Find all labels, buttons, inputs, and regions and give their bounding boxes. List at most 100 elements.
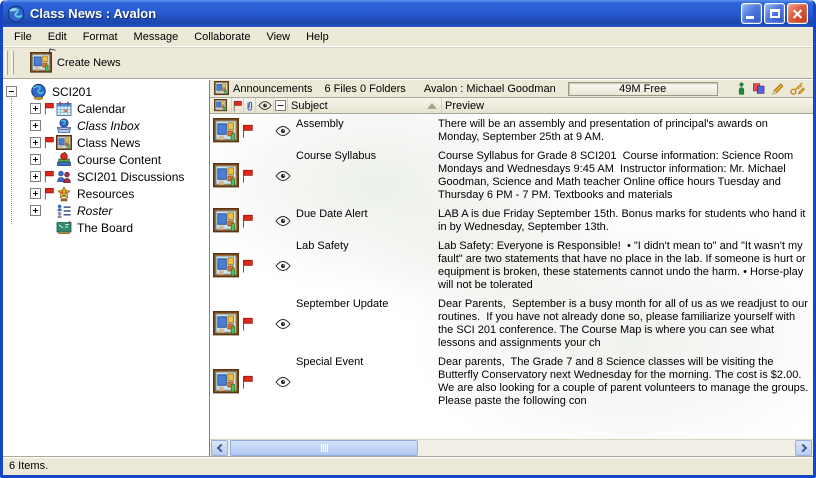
- flag-icon: [242, 214, 253, 228]
- expand-icon[interactable]: [30, 154, 41, 165]
- paperclip-icon: [245, 100, 254, 112]
- column-subject[interactable]: Subject: [288, 98, 442, 113]
- column-preview[interactable]: Preview: [442, 98, 813, 113]
- minimize-button[interactable]: [741, 3, 762, 24]
- news-item-icon: [213, 311, 239, 337]
- message-row-due-date-alert[interactable]: Due Date Alert LAB A is due Friday Septe…: [210, 207, 813, 234]
- flag-icon: [44, 136, 54, 149]
- app-globe-icon: [7, 5, 25, 23]
- calendar-icon: [56, 101, 72, 117]
- pencil-icon: [771, 82, 784, 95]
- tree-item-class-inbox[interactable]: Class Inbox: [3, 117, 209, 134]
- scrollbar-thumb[interactable]: [230, 440, 418, 456]
- column-item-icon[interactable]: [210, 98, 232, 113]
- roster-icon: [56, 203, 72, 219]
- resources-icon: [56, 186, 72, 202]
- flag-icon: [44, 102, 54, 115]
- close-button[interactable]: [787, 3, 808, 24]
- message-subject: September Update: [296, 297, 438, 350]
- tree-item-calendar[interactable]: Calendar: [3, 100, 209, 117]
- news-icon: [56, 135, 72, 151]
- menu-message[interactable]: Message: [126, 29, 187, 45]
- scroll-right-button[interactable]: [795, 440, 812, 456]
- message-subject: Lab Safety: [296, 239, 438, 292]
- message-row-september-update[interactable]: September Update Dear Parents, September…: [210, 297, 813, 350]
- sci201-globe-icon: [30, 83, 47, 100]
- expand-icon[interactable]: [30, 137, 41, 148]
- news-item-icon: [213, 163, 239, 189]
- message-preview: Dear Parents, September is a busy month …: [438, 297, 813, 350]
- flag-icon: [242, 169, 253, 183]
- tree-item-class-news[interactable]: Class News: [3, 134, 209, 151]
- toolbar-grip-2[interactable]: [11, 51, 14, 75]
- toolbar-grip[interactable]: [5, 51, 8, 75]
- maximize-button[interactable]: [764, 3, 785, 24]
- horizontal-scrollbar[interactable]: [210, 439, 813, 456]
- folder-name: Announcements: [233, 83, 313, 95]
- column-flag[interactable]: [232, 98, 244, 113]
- message-preview: Dear parents, The Grade 7 and 8 Science …: [438, 355, 813, 408]
- create-news-label: Create News: [57, 57, 121, 69]
- tree-item-the-board[interactable]: The Board: [3, 219, 209, 236]
- board-icon: [56, 220, 72, 236]
- collapse-expander-icon[interactable]: [6, 86, 17, 97]
- tree-item-label: Class News: [75, 136, 142, 150]
- expand-icon[interactable]: [30, 171, 41, 182]
- tree-item-label: Resources: [75, 187, 136, 201]
- tree-item-course-content[interactable]: Course Content: [3, 151, 209, 168]
- toolbar: Create News: [3, 47, 813, 78]
- flag-icon: [242, 124, 253, 138]
- tree-item-label: SCI201 Discussions: [75, 170, 186, 184]
- tree-item-discussions[interactable]: SCI201 Discussions: [3, 168, 209, 185]
- menu-bar: File Edit Format Message Collaborate Vie…: [3, 27, 813, 47]
- menu-view[interactable]: View: [258, 29, 298, 45]
- message-preview: Lab Safety: Everyone is Responsible! • "…: [438, 239, 813, 292]
- menu-file[interactable]: File: [6, 29, 40, 45]
- create-news-button[interactable]: Create News: [23, 49, 128, 77]
- message-row-special-event[interactable]: Special Event Dear parents, The Grade 7 …: [210, 355, 813, 408]
- eye-icon: [275, 216, 291, 226]
- message-subject: Due Date Alert: [296, 207, 438, 234]
- tree-item-label: Course Content: [75, 153, 163, 167]
- tree-item-label: Class Inbox: [75, 119, 142, 133]
- tree-item-label: Roster: [75, 204, 114, 218]
- expand-icon[interactable]: [30, 103, 41, 114]
- eye-icon: [275, 377, 291, 387]
- tree-item-label: Calendar: [75, 102, 128, 116]
- message-row-course-syllabus[interactable]: Course Syllabus Course Syllabus for Grad…: [210, 149, 813, 202]
- discussions-icon: [56, 169, 72, 185]
- expand-icon[interactable]: [30, 205, 41, 216]
- eye-icon: [275, 261, 291, 271]
- create-news-icon: [30, 52, 52, 74]
- tree-item-sci201[interactable]: SCI201: [3, 83, 209, 100]
- collapse-all-button[interactable]: [274, 98, 288, 113]
- news-column-icon: [214, 99, 227, 112]
- menu-collaborate[interactable]: Collaborate: [186, 29, 258, 45]
- flag-column-icon: [233, 100, 242, 112]
- title-bar[interactable]: Class News : Avalon: [3, 0, 813, 27]
- key-pencil-icon: [790, 82, 805, 95]
- message-preview: There will be an assembly and presentati…: [438, 117, 813, 144]
- message-preview: LAB A is due Friday September 15th. Bonu…: [438, 207, 813, 234]
- scroll-left-button[interactable]: [211, 440, 228, 456]
- tree-item-roster[interactable]: Roster: [3, 202, 209, 219]
- menu-help[interactable]: Help: [298, 29, 337, 45]
- preview-column-label: Preview: [445, 100, 484, 112]
- message-row-assembly[interactable]: Assembly There will be an assembly and p…: [210, 117, 813, 144]
- expand-icon[interactable]: [30, 188, 41, 199]
- flag-icon: [242, 259, 253, 273]
- menu-format[interactable]: Format: [75, 29, 126, 45]
- tree-item-resources[interactable]: Resources: [3, 185, 209, 202]
- flag-icon: [242, 317, 253, 331]
- column-attachment[interactable]: [244, 98, 256, 113]
- eye-icon: [275, 319, 291, 329]
- window-title: Class News : Avalon: [30, 6, 741, 21]
- menu-edit[interactable]: Edit: [40, 29, 75, 45]
- expand-icon[interactable]: [30, 120, 41, 131]
- message-row-lab-safety[interactable]: Lab Safety Lab Safety: Everyone is Respo…: [210, 239, 813, 292]
- course-content-icon: [56, 152, 72, 168]
- news-item-icon: [213, 118, 239, 144]
- column-viewed[interactable]: [256, 98, 274, 113]
- app-window: Class News : Avalon File Edit Format Mes…: [0, 0, 816, 478]
- panel-info-bar: Announcements 6 Files 0 Folders Avalon :…: [210, 80, 813, 98]
